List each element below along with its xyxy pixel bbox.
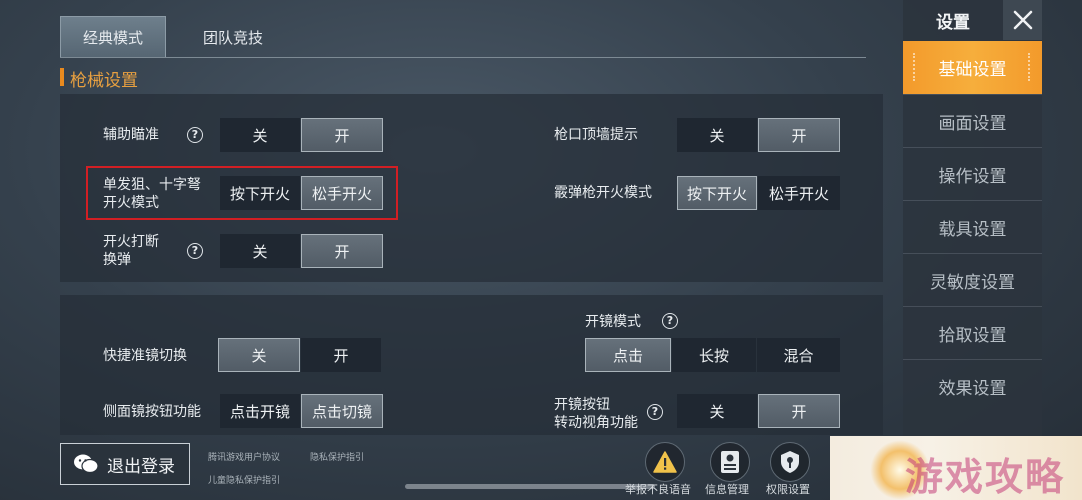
tab-team-deathmatch[interactable]: 团队竞技 (180, 16, 286, 58)
sidebar-title: 设置 (936, 12, 970, 33)
fire-interrupt-on-button[interactable]: 开 (301, 234, 383, 268)
scope-mode-label: 开镜模式 (585, 314, 641, 330)
fire-interrupt-off-button[interactable]: 关 (220, 234, 300, 268)
scope-mode-mixed-button[interactable]: 混合 (757, 338, 840, 372)
user-agreement-link[interactable]: 腾讯游戏用户协议 (208, 450, 280, 463)
permission-settings-label: 权限设置 (766, 483, 810, 496)
sidebar-item-controls[interactable]: 操作设置 (903, 147, 1042, 200)
scope-rotate-label-line2: 转动视角功能 (554, 415, 638, 431)
side-scope-label: 侧面镜按钮功能 (103, 404, 201, 420)
sidebar-item-effects[interactable]: 效果设置 (903, 359, 1042, 412)
scope-rotate-on-button[interactable]: 开 (758, 394, 840, 428)
close-icon (1013, 10, 1032, 30)
aim-assist-label: 辅助瞄准 (103, 127, 159, 143)
fire-interrupt-label-line1: 开火打断 (103, 234, 159, 250)
highlight-box (86, 166, 398, 220)
muzzle-hint-on-button[interactable]: 开 (758, 118, 840, 152)
permission-settings-button[interactable] (770, 442, 810, 482)
report-voice-label: 举报不良语音 (625, 483, 691, 496)
privacy-policy-link[interactable]: 隐私保护指引 (310, 450, 364, 463)
section-marker (60, 68, 64, 86)
warning-icon (653, 451, 677, 473)
wechat-icon (74, 454, 99, 474)
scope-rotate-label-line1: 开镜按钮 (554, 397, 610, 413)
scroll-indicator (405, 484, 655, 489)
quick-scope-off-button[interactable]: 关 (218, 338, 300, 372)
shotgun-press-fire-button[interactable]: 按下开火 (677, 176, 757, 210)
fire-interrupt-help-icon[interactable]: ? (187, 243, 203, 259)
shotgun-release-fire-button[interactable]: 松手开火 (758, 176, 840, 210)
scope-rotate-off-button[interactable]: 关 (677, 394, 757, 428)
section-title: 枪械设置 (70, 71, 138, 91)
info-management-label: 信息管理 (705, 483, 749, 496)
sidebar-item-vehicle[interactable]: 载具设置 (903, 200, 1042, 253)
shotgun-fire-label: 霰弹枪开火模式 (554, 185, 652, 201)
quick-scope-on-button[interactable]: 开 (301, 338, 381, 372)
shield-icon (781, 451, 799, 473)
child-privacy-link[interactable]: 儿童隐私保护指引 (208, 473, 280, 486)
sidebar-item-graphics[interactable]: 画面设置 (903, 94, 1042, 147)
scope-mode-help-icon[interactable]: ? (662, 313, 678, 329)
muzzle-hint-label: 枪口顶墙提示 (554, 127, 638, 143)
sidebar-item-pickup[interactable]: 拾取设置 (903, 306, 1042, 359)
info-management-button[interactable] (710, 442, 750, 482)
tab-classic-mode[interactable]: 经典模式 (60, 16, 166, 58)
tab-divider (60, 57, 866, 58)
logout-label: 退出登录 (107, 456, 175, 477)
aim-assist-off-button[interactable]: 关 (220, 118, 300, 152)
muzzle-hint-off-button[interactable]: 关 (677, 118, 757, 152)
id-card-icon (721, 451, 739, 473)
fire-interrupt-label-line2: 换弹 (103, 252, 131, 268)
logout-button[interactable]: 退出登录 (60, 443, 190, 485)
aim-assist-help-icon[interactable]: ? (187, 127, 203, 143)
side-scope-open-button[interactable]: 点击开镜 (220, 394, 300, 428)
aim-assist-on-button[interactable]: 开 (301, 118, 383, 152)
quick-scope-label: 快捷准镜切换 (103, 348, 187, 364)
sidebar-item-basic[interactable]: 基础设置 (903, 41, 1042, 94)
scope-mode-hold-button[interactable]: 长按 (672, 338, 756, 372)
report-voice-button[interactable] (645, 442, 685, 482)
side-scope-switch-button[interactable]: 点击切镜 (301, 394, 383, 428)
scope-mode-tap-button[interactable]: 点击 (585, 338, 671, 372)
close-button[interactable] (1003, 0, 1042, 40)
sidebar-item-sensitivity[interactable]: 灵敏度设置 (903, 253, 1042, 306)
scope-rotate-help-icon[interactable]: ? (647, 404, 663, 420)
watermark-logo: 游戏攻略 (905, 454, 1066, 499)
